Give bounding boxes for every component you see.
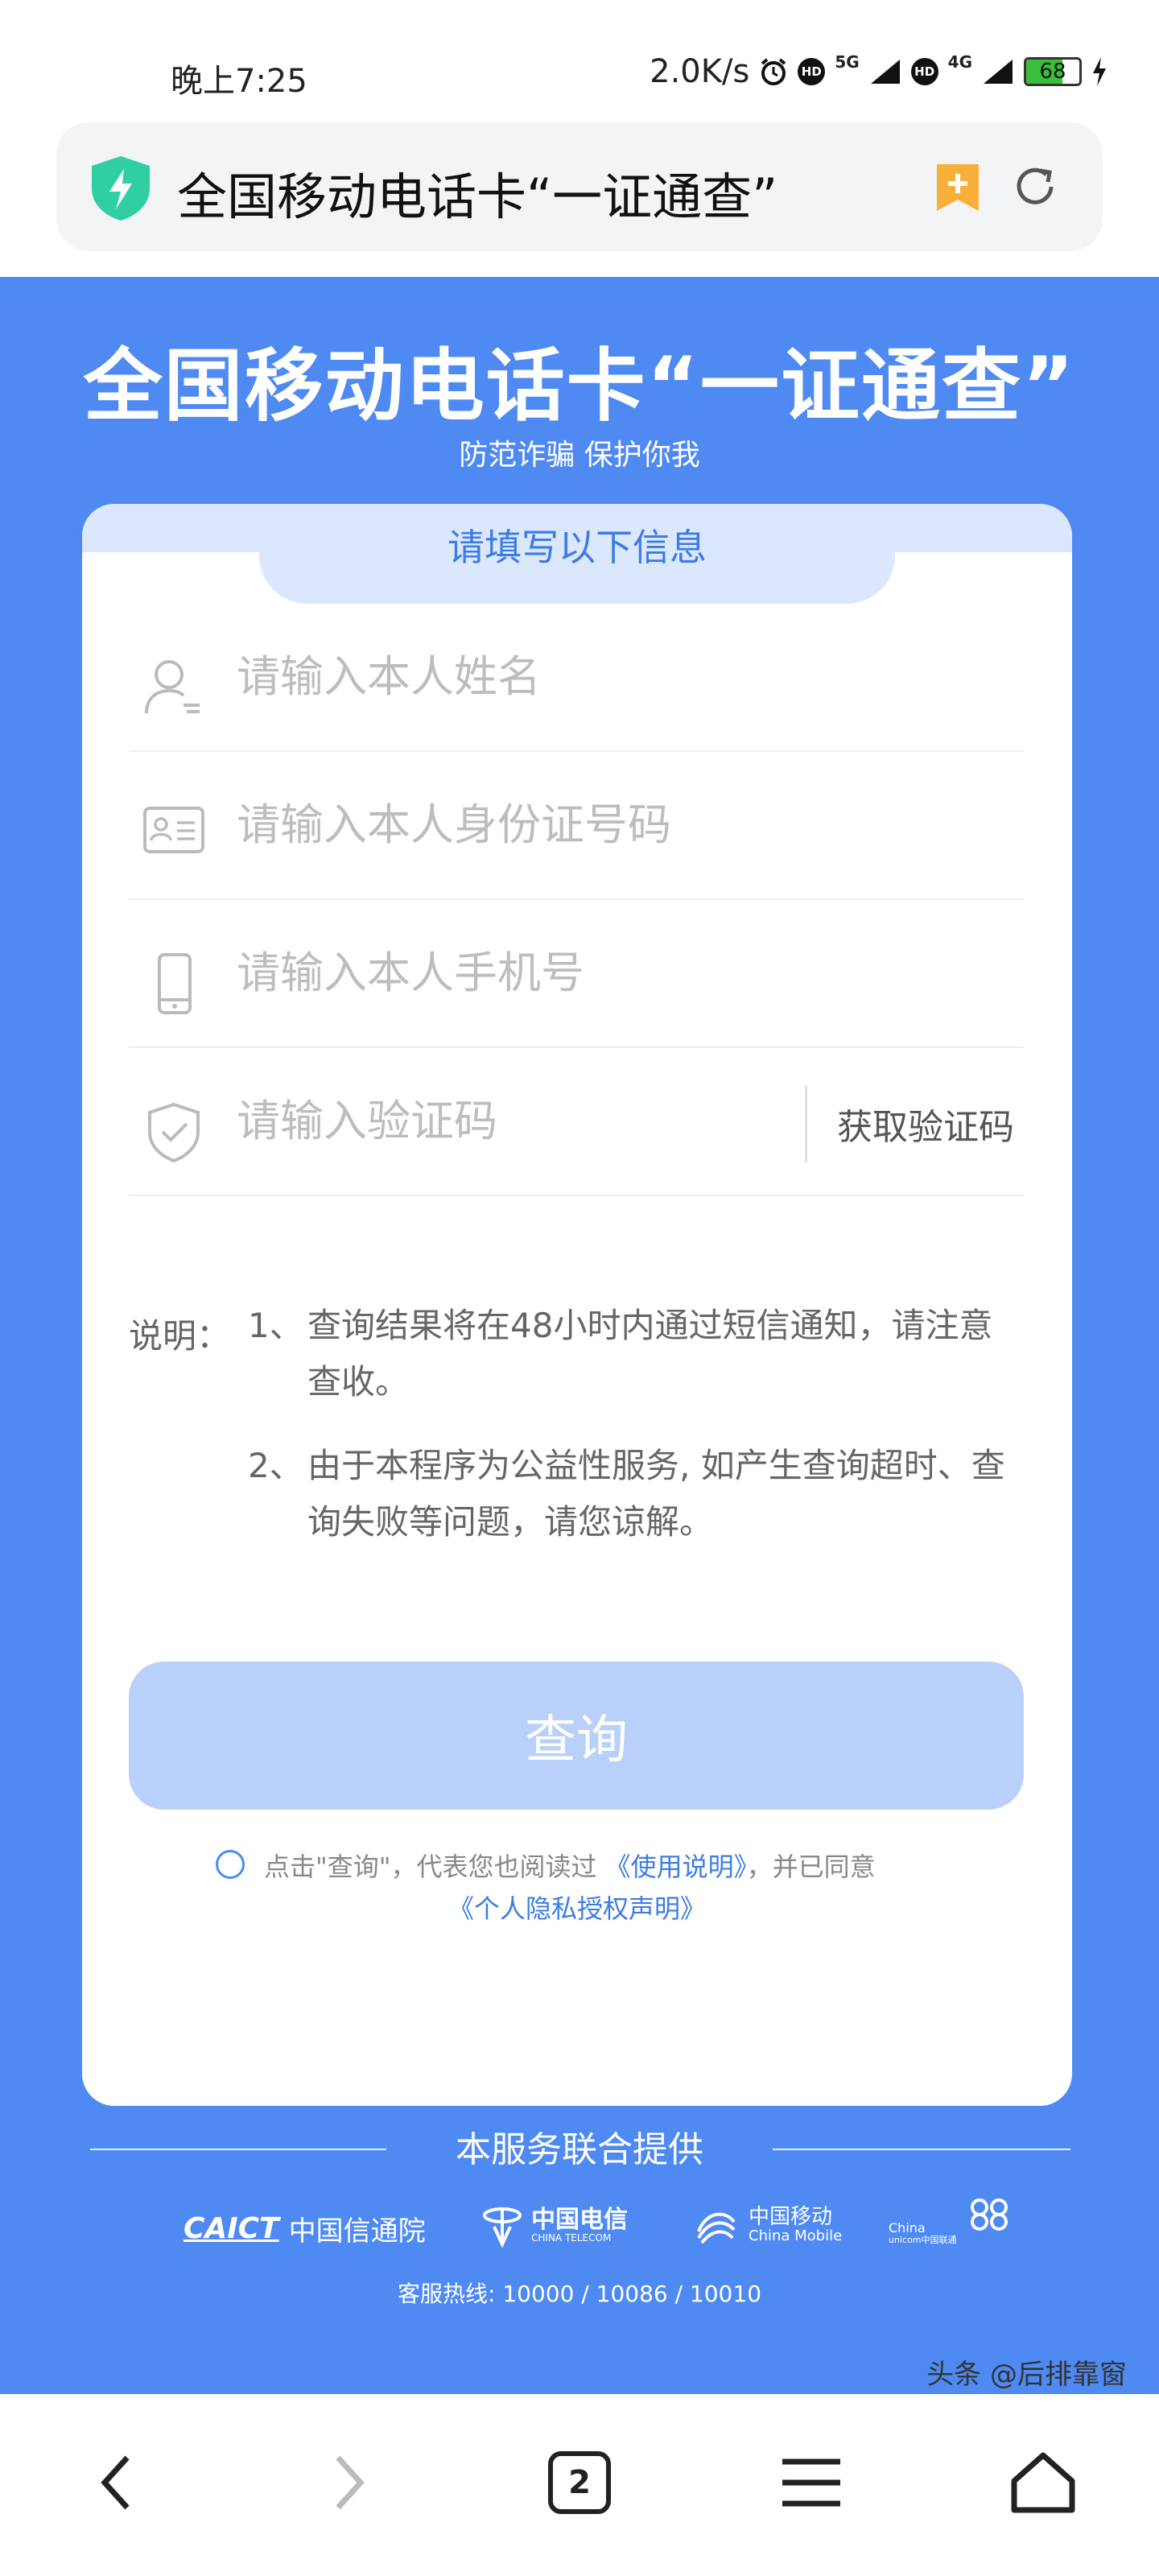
forward-button[interactable] (301, 2442, 398, 2523)
battery-icon: 68 (1024, 57, 1082, 86)
page-title: 全国移动电话卡“一证通查” (177, 167, 778, 226)
phone-input[interactable] (237, 940, 848, 1005)
hero-subtitle: 防范诈骗 保护你我 (459, 439, 700, 472)
get-code-button[interactable]: 获取验证码 (837, 1098, 1014, 1150)
privacy-statement-line: 《个人隐私授权声明》 (82, 1889, 1072, 1926)
main-content: 全国移动电话卡“一证通查” 防范诈骗 保护你我 请填写以下信息 请输入本人姓名 … (0, 277, 1159, 2394)
id-number-input[interactable] (237, 792, 848, 857)
china-mobile-name: China Mobile (749, 2227, 843, 2245)
watermark: 头条 @后排靠窗 (926, 2359, 1127, 2391)
china-unicom-icon (970, 2198, 1008, 2231)
caict-logo: CAICT 中国信通院 (184, 2209, 426, 2248)
notes-label: 说明： (129, 1316, 231, 1356)
china-mobile-icon (697, 2212, 736, 2244)
code-field: 获取验证码 (129, 1048, 1024, 1196)
address-bar[interactable]: 全国移动电话卡“一证通查” (56, 122, 1103, 251)
note-text: 由于本程序为公益性服务, 如产生查询超时、查询失败等问题，请您谅解。 (307, 1446, 1005, 1542)
agreement-prefix: 点击"查询"，代表您也阅读过 (264, 1852, 597, 1882)
code-divider (805, 1085, 807, 1162)
agreement-text: 点击"查询"，代表您也阅读过 《使用说明》，并已同意 (264, 1847, 876, 1884)
status-bar: 晚上7:25 2.0K/s HD 5G HD 4G 68 (0, 0, 1159, 121)
user-icon (142, 655, 206, 723)
shield-check-icon (142, 1100, 206, 1167)
verification-code-input[interactable] (237, 1088, 784, 1153)
charging-icon (1091, 57, 1107, 86)
china-mobile-logo: 中国移动 China Mobile (694, 2202, 842, 2248)
signal-icon (869, 58, 901, 85)
sim1-network-label: 5G (835, 52, 860, 72)
tabs-button[interactable]: 2 (531, 2442, 628, 2523)
bookmark-add-icon[interactable] (934, 161, 982, 217)
note-number: 2、 (248, 1446, 303, 1485)
battery-percent: 68 (1039, 60, 1066, 84)
china-unicom-name: unicom中国联通 (889, 2234, 957, 2245)
id-field (129, 752, 1024, 900)
menu-button[interactable] (763, 2442, 860, 2523)
form-header: 请填写以下信息 (448, 526, 707, 569)
alarm-icon (759, 57, 788, 86)
agreement-middle: ，并已同意 (746, 1852, 876, 1882)
partners-heading: 本服务联合提供 (456, 2129, 703, 2170)
sim2-network-label: 4G (947, 52, 972, 72)
agree-radio[interactable] (216, 1850, 245, 1879)
note-number: 1、 (248, 1306, 303, 1345)
shield-icon[interactable] (89, 155, 153, 225)
china-telecom-logo: 中国电信 CHINA TELECOM (483, 2202, 628, 2248)
hd-icon: HD (798, 58, 826, 85)
china-telecom-icon (483, 2207, 522, 2248)
phone-icon (142, 952, 206, 1019)
chevron-right-icon (336, 2455, 365, 2510)
form-card: 请填写以下信息 请输入本人姓名 请输入本人身份证号码 请输入本人手机号 请输入验… (82, 504, 1072, 2106)
hero-title: 全国移动电话卡“一证通查” (83, 341, 1076, 432)
divider-line (773, 2149, 1070, 2150)
china-telecom-name: CHINA TELECOM (531, 2231, 612, 2244)
reload-icon[interactable] (1009, 161, 1061, 216)
home-icon (1011, 2452, 1075, 2513)
china-unicom-mark: China (889, 2220, 926, 2236)
hd-icon: HD (910, 58, 938, 85)
phone-field (129, 900, 1024, 1048)
china-unicom-logo: China unicom中国联通 (889, 2198, 1012, 2244)
home-button[interactable] (995, 2442, 1091, 2523)
privacy-statement-link[interactable]: 《个人隐私授权声明》 (448, 1893, 706, 1924)
note-text: 查询结果将在48小时内通过短信通知，请注意查收。 (307, 1306, 993, 1402)
browser-bottom-nav: 2 (0, 2394, 1159, 2576)
network-speed: 2.0K/s (650, 53, 750, 90)
status-time: 晚上7:25 (171, 63, 307, 100)
query-button[interactable]: 查询 (129, 1662, 1024, 1810)
caict-mark: CAICT (184, 2212, 279, 2245)
china-telecom-mark: 中国电信 (531, 2205, 628, 2234)
status-indicators: 2.0K/s HD 5G HD 4G 68 (650, 52, 1107, 90)
china-mobile-mark: 中国移动 (749, 2204, 833, 2229)
name-field (129, 604, 1024, 752)
menu-icon (782, 2458, 840, 2507)
customer-service-hotline: 客服热线: 10000 / 10086 / 10010 (397, 2281, 762, 2307)
usage-instructions-link[interactable]: 《使用说明》 (605, 1852, 747, 1882)
chevron-left-icon (101, 2455, 130, 2510)
signal-icon (982, 58, 1014, 85)
caict-name: 中国信通院 (288, 2215, 426, 2248)
back-button[interactable] (68, 2442, 164, 2523)
name-input[interactable] (237, 644, 848, 708)
tab-count: 2 (548, 2451, 611, 2514)
id-card-icon (142, 803, 206, 858)
